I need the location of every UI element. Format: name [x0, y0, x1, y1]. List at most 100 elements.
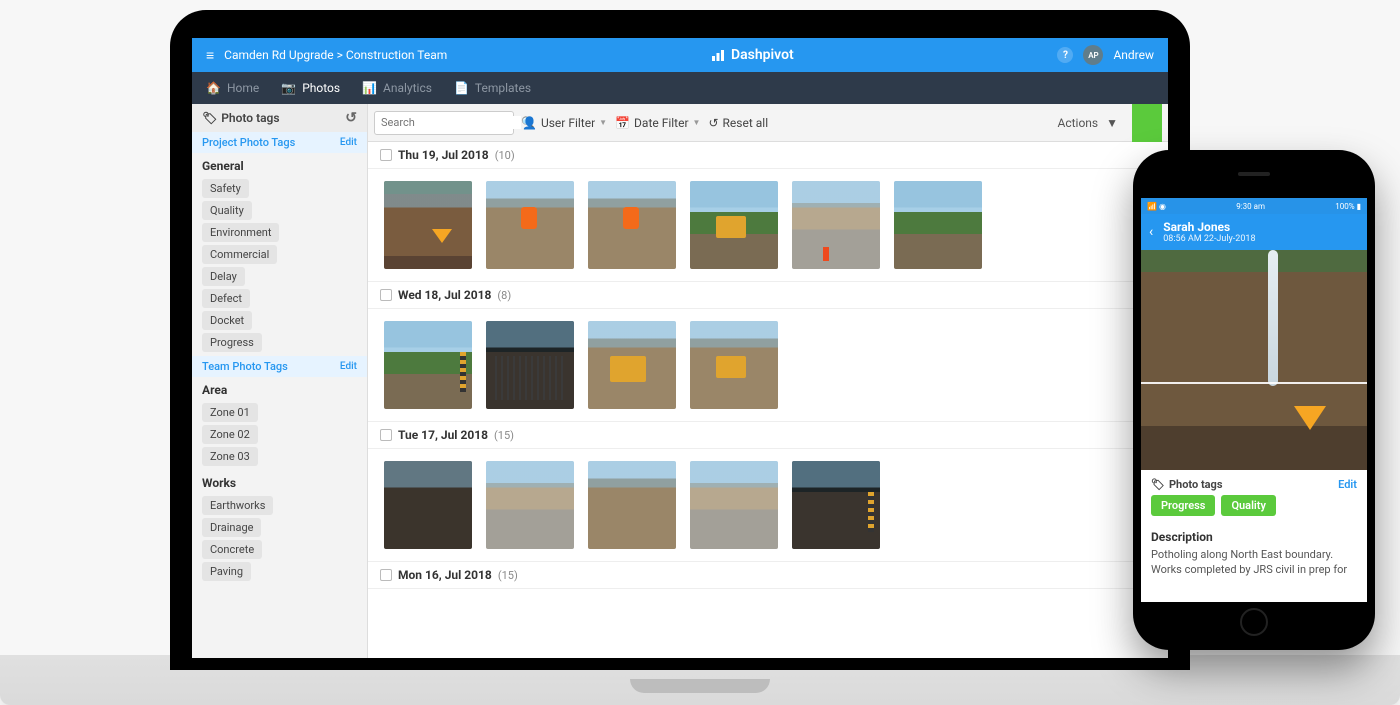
- undo-icon: ↺: [708, 116, 718, 130]
- tag-zone-02[interactable]: Zone 02: [202, 425, 258, 444]
- app-screen: ≡ Camden Rd Upgrade > Construction Team …: [192, 38, 1168, 658]
- battery-icon: 100% ▮: [1335, 202, 1361, 211]
- tag-commercial[interactable]: Commercial: [202, 245, 277, 264]
- photo-thumbnail[interactable]: [894, 181, 982, 269]
- home-icon: 🏠: [206, 81, 221, 95]
- area-heading: Area: [192, 377, 367, 399]
- photo-thumbnail[interactable]: [588, 461, 676, 549]
- status-bar: 📶 ◉ 9:30 am 100% ▮: [1141, 198, 1367, 214]
- thumbnail-row: [368, 449, 1168, 562]
- photo-thumbnail[interactable]: [588, 321, 676, 409]
- add-button[interactable]: [1132, 104, 1162, 142]
- edit-team-tags[interactable]: Edit: [340, 361, 357, 372]
- photo-timestamp: 08:56 AM 22-July-2018: [1163, 234, 1255, 244]
- applied-tag-quality[interactable]: Quality: [1221, 495, 1276, 516]
- photo-thumbnail[interactable]: [486, 181, 574, 269]
- photo-thumbnail[interactable]: [792, 181, 880, 269]
- tag-defect[interactable]: Defect: [202, 289, 250, 308]
- tag-earthworks[interactable]: Earthworks: [202, 496, 273, 515]
- back-icon[interactable]: ‹: [1149, 224, 1153, 240]
- reset-all-button[interactable]: ↺Reset all: [708, 116, 768, 130]
- actions-menu[interactable]: Actions▼: [1057, 116, 1118, 130]
- description-text: Potholing along North East boundary. Wor…: [1151, 548, 1357, 578]
- team-tags-title: Team Photo Tags Edit: [192, 356, 367, 377]
- tag-zone-01[interactable]: Zone 01: [202, 403, 258, 422]
- tag-quality[interactable]: Quality: [202, 201, 252, 220]
- works-heading: Works: [192, 470, 367, 492]
- photo-thumbnail[interactable]: [384, 321, 472, 409]
- topbar: ≡ Camden Rd Upgrade > Construction Team …: [192, 38, 1168, 72]
- nav-analytics[interactable]: 📊Analytics: [362, 81, 432, 95]
- edit-project-tags[interactable]: Edit: [340, 137, 357, 148]
- chevron-down-icon: ▼: [1106, 116, 1118, 130]
- navbar: 🏠Home 📷Photos 📊Analytics 📄Templates: [192, 72, 1168, 104]
- breadcrumb[interactable]: Camden Rd Upgrade > Construction Team: [224, 48, 447, 62]
- date-group-header: Wed 18, Jul 2018 (8): [368, 282, 1168, 309]
- sidebar: 🏷Photo tags ↺ Project Photo Tags Edit Ge…: [192, 104, 368, 658]
- date-group-header: Mon 16, Jul 2018 (15): [368, 562, 1168, 589]
- tag-docket[interactable]: Docket: [202, 311, 252, 330]
- select-all-checkbox[interactable]: [380, 149, 392, 161]
- phone-frame: 📶 ◉ 9:30 am 100% ▮ ‹ Sarah Jones 08:56 A…: [1133, 150, 1375, 650]
- general-heading: General: [192, 153, 367, 175]
- reset-icon[interactable]: ↺: [345, 110, 357, 126]
- photo-thumbnail[interactable]: [588, 181, 676, 269]
- photo-thumbnail[interactable]: [690, 181, 778, 269]
- nav-home[interactable]: 🏠Home: [206, 81, 259, 95]
- select-all-checkbox[interactable]: [380, 569, 392, 581]
- date-group-header: Tue 17, Jul 2018 (15): [368, 422, 1168, 449]
- tag-icon: 🏷: [202, 111, 217, 125]
- sidebar-header: 🏷Photo tags ↺: [192, 104, 367, 132]
- date-label: Tue 17, Jul 2018: [398, 428, 488, 442]
- tag-environment[interactable]: Environment: [202, 223, 279, 242]
- thumbnail-row: [368, 169, 1168, 282]
- applied-tag-progress[interactable]: Progress: [1151, 495, 1215, 516]
- tag-paving[interactable]: Paving: [202, 562, 251, 581]
- user-filter[interactable]: 👤User Filter▼: [522, 116, 607, 130]
- signal-icon: 📶 ◉: [1147, 202, 1166, 211]
- avatar[interactable]: AP: [1083, 45, 1103, 65]
- photo-thumbnail[interactable]: [486, 321, 574, 409]
- count-label: (8): [497, 289, 511, 302]
- tag-zone-03[interactable]: Zone 03: [202, 447, 258, 466]
- date-filter[interactable]: 📅Date Filter▼: [615, 116, 700, 130]
- nav-photos[interactable]: 📷Photos: [281, 81, 340, 95]
- photo-thumbnail[interactable]: [384, 181, 472, 269]
- select-all-checkbox[interactable]: [380, 429, 392, 441]
- photo-list: Thu 19, Jul 2018 (10) Wed 18, Jul 2018 (8…: [368, 142, 1168, 658]
- photo-thumbnail[interactable]: [384, 461, 472, 549]
- search-box[interactable]: 🔍: [374, 111, 514, 135]
- photo-thumbnail[interactable]: [486, 461, 574, 549]
- content: 🔍 👤User Filter▼ 📅Date Filter▼ ↺Reset all…: [368, 104, 1168, 658]
- photo-thumbnail[interactable]: [792, 461, 880, 549]
- photo-thumbnail[interactable]: [690, 461, 778, 549]
- photo-preview[interactable]: [1141, 250, 1367, 470]
- thumbnail-row: [368, 309, 1168, 422]
- date-label: Wed 18, Jul 2018: [398, 288, 491, 302]
- nav-templates[interactable]: 📄Templates: [454, 81, 531, 95]
- chart-icon: 📊: [362, 81, 377, 95]
- count-label: (10): [495, 149, 515, 162]
- project-tags-title: Project Photo Tags Edit: [192, 132, 367, 153]
- brand-logo: Dashpivot: [711, 47, 794, 63]
- date-label: Mon 16, Jul 2018: [398, 568, 492, 582]
- user-name[interactable]: Andrew: [1113, 48, 1154, 62]
- tag-delay[interactable]: Delay: [202, 267, 245, 286]
- tag-progress[interactable]: Progress: [202, 333, 262, 352]
- home-button[interactable]: [1240, 608, 1268, 636]
- chevron-down-icon: ▼: [693, 118, 701, 127]
- photo-tags-header: 🏷Photo tags Edit: [1141, 470, 1367, 495]
- select-all-checkbox[interactable]: [380, 289, 392, 301]
- tag-safety[interactable]: Safety: [202, 179, 249, 198]
- toolbar: 🔍 👤User Filter▼ 📅Date Filter▼ ↺Reset all…: [368, 104, 1168, 142]
- count-label: (15): [494, 429, 514, 442]
- tag-concrete[interactable]: Concrete: [202, 540, 262, 559]
- date-label: Thu 19, Jul 2018: [398, 148, 489, 162]
- chevron-down-icon: ▼: [599, 118, 607, 127]
- search-input[interactable]: [381, 116, 521, 129]
- help-icon[interactable]: ?: [1057, 47, 1073, 63]
- edit-tags-button[interactable]: Edit: [1338, 478, 1357, 491]
- menu-icon[interactable]: ≡: [206, 47, 214, 64]
- tag-drainage[interactable]: Drainage: [202, 518, 261, 537]
- photo-thumbnail[interactable]: [690, 321, 778, 409]
